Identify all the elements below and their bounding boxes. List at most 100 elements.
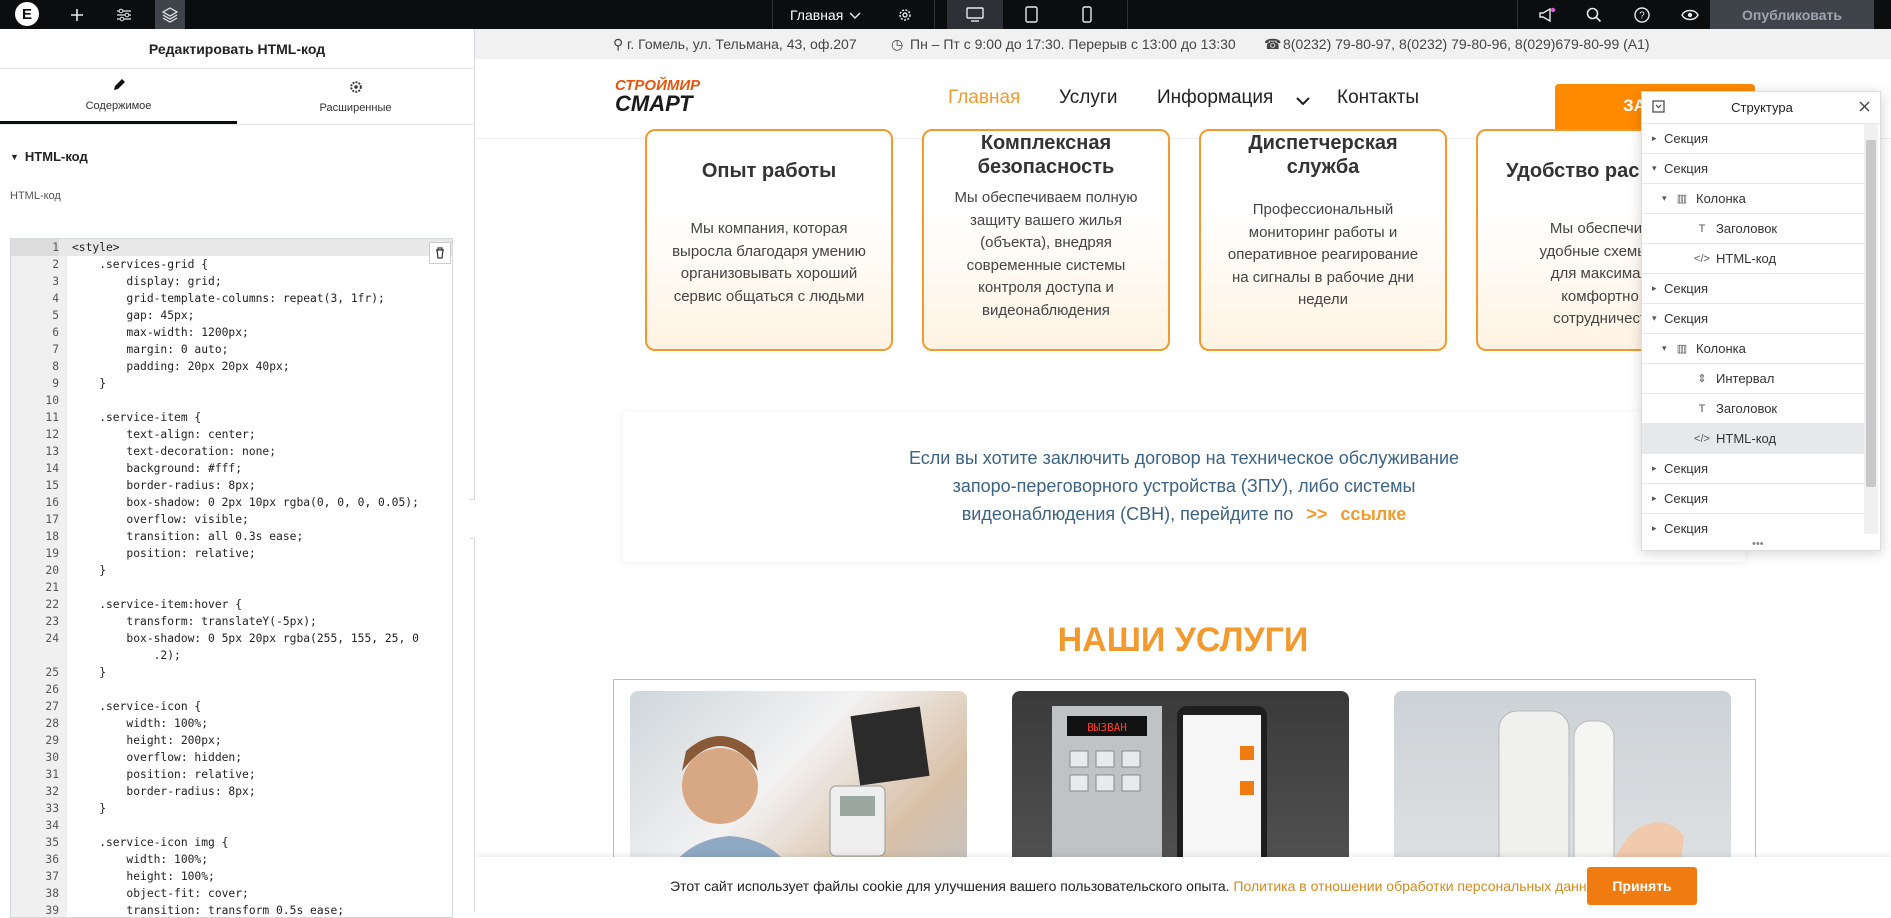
code-line: 15 border-radius: 8px;: [11, 477, 452, 494]
scrollbar-thumb[interactable]: [1866, 140, 1876, 487]
elementor-logo[interactable]: E: [15, 2, 39, 26]
search-icon[interactable]: [1582, 0, 1606, 29]
layers-icon[interactable]: [155, 0, 185, 29]
svg-text:?: ?: [1639, 10, 1645, 21]
publish-button[interactable]: Опубликовать: [1710, 0, 1874, 29]
card-title: Диспетчерская служба: [1248, 132, 1398, 178]
feature-card: Опыт работы Мы компания, которая выросла…: [645, 129, 893, 351]
desktop-icon[interactable]: [947, 0, 1003, 29]
caret-icon[interactable]: ▸: [1652, 133, 1664, 144]
nav-info[interactable]: Информация: [1157, 87, 1273, 109]
code-text: display: grid;: [72, 275, 222, 288]
line-number: 36: [45, 853, 59, 866]
nav-home[interactable]: Главная: [948, 87, 1020, 109]
promo-block: Если вы хотите заключить договор на техн…: [623, 412, 1745, 562]
tab-advanced[interactable]: Расширенные: [237, 69, 474, 124]
navigator-item-label: Колонка: [1696, 191, 1746, 206]
panel-tabs: Содержимое Расширенные: [0, 69, 474, 125]
navigator-item[interactable]: ▾ Секция: [1642, 154, 1864, 184]
code-text: border-radius: 8px;: [72, 785, 256, 798]
code-line: 22 .service-item:hover {: [11, 596, 452, 613]
code-line: 25 }: [11, 664, 452, 681]
code-text: height: 100%;: [72, 870, 215, 883]
caret-icon[interactable]: ▾: [1662, 343, 1674, 354]
cookie-text: Этот сайт использует файлы cookie для ул…: [670, 878, 1230, 894]
tab-content[interactable]: Содержимое: [0, 69, 237, 124]
caret-icon[interactable]: ▾: [1652, 313, 1664, 324]
navigator-item[interactable]: ▾ Секция: [1642, 304, 1864, 334]
accept-button[interactable]: Принять: [1587, 867, 1697, 905]
svg-text:ВЫЗВАН: ВЫЗВАН: [1087, 721, 1127, 734]
mobile-icon[interactable]: [1059, 0, 1115, 29]
trash-icon[interactable]: [429, 242, 451, 264]
plus-icon[interactable]: [65, 0, 89, 29]
tablet-icon[interactable]: [1003, 0, 1059, 29]
gear-icon[interactable]: [893, 0, 917, 29]
navigator-item[interactable]: ▾ ▥ Колонка: [1642, 334, 1864, 364]
code-text: position: relative;: [72, 768, 256, 781]
caret-icon[interactable]: ▸: [1652, 493, 1664, 504]
card-text: Мы обеспечиваем полную защиту вашего жил…: [954, 189, 1138, 319]
megaphone-icon[interactable]: [1535, 0, 1559, 29]
widget-icon: T: [1698, 402, 1706, 415]
section-toggle[interactable]: ▼ HTML-код: [10, 149, 464, 164]
navigator-item-label: Секция: [1664, 521, 1709, 536]
code-line: .2);: [11, 647, 452, 664]
site-logo[interactable]: СТРОЙМИР СМАРТ: [615, 77, 700, 115]
caret-icon[interactable]: ▸: [1652, 523, 1664, 534]
caret-icon[interactable]: ▾: [1652, 163, 1664, 174]
navigator-item-label: Секция: [1664, 161, 1709, 176]
navigator-item[interactable]: T Заголовок: [1642, 214, 1864, 244]
navigator-item[interactable]: ▸ Секция: [1642, 484, 1864, 514]
code-line: 37 height: 100%;: [11, 868, 452, 885]
code-text: object-fit: cover;: [72, 887, 249, 900]
promo-link[interactable]: ссылке: [1340, 504, 1406, 524]
navigator-item[interactable]: T Заголовок: [1642, 394, 1864, 424]
promo-arrows: >>: [1306, 504, 1328, 524]
cookie-policy-link[interactable]: Политика в отношении обработки персональ…: [1233, 878, 1603, 894]
help-icon[interactable]: ?: [1630, 0, 1654, 29]
navigator-scrollbar[interactable]: [1864, 124, 1878, 534]
code-line: 32 border-radius: 8px;: [11, 783, 452, 800]
page-name: Главная: [790, 6, 844, 23]
navigator-item[interactable]: ▾ ▥ Колонка: [1642, 184, 1864, 214]
navigator-item[interactable]: </> HTML-код: [1642, 424, 1864, 454]
caret-icon[interactable]: ▾: [1662, 193, 1674, 204]
navigator-item[interactable]: </> HTML-код: [1642, 244, 1864, 274]
chevron-down-icon: [1296, 91, 1310, 113]
line-number: 20: [45, 564, 59, 577]
navigator-item[interactable]: ▸ Секция: [1642, 274, 1864, 304]
sliders-icon[interactable]: [112, 0, 136, 29]
pencil-icon: [112, 78, 126, 96]
chevron-down-icon: [849, 7, 861, 23]
code-editor[interactable]: 1 <style> 2 .services-grid {3 display: gri…: [10, 238, 453, 918]
code-line: 30 overflow: hidden;: [11, 749, 452, 766]
line-number: 28: [45, 717, 59, 730]
caret-icon[interactable]: ▸: [1652, 283, 1664, 294]
nav-services[interactable]: Услуги: [1059, 87, 1117, 109]
close-icon[interactable]: [1859, 100, 1870, 115]
navigator-item[interactable]: ⇕ Интервал: [1642, 364, 1864, 394]
promo-line: Если вы хотите заключить договор на техн…: [908, 448, 1460, 468]
code-text: .service-icon img {: [72, 836, 229, 849]
code-text: transition: transform 0.5s ease;: [72, 904, 345, 917]
code-text: max-width: 1200px;: [72, 326, 249, 339]
code-line: 38 object-fit: cover;: [11, 885, 452, 902]
code-text: .service-icon {: [72, 700, 202, 713]
page-selector[interactable]: Главная: [790, 0, 861, 29]
line-number: 15: [45, 479, 59, 492]
navigator-item[interactable]: ▸ Секция: [1642, 124, 1864, 154]
caret-icon[interactable]: ▸: [1652, 463, 1664, 474]
code-text: box-shadow: 0 5px 20px rgba(255, 155, 25…: [72, 632, 419, 645]
navigator-item[interactable]: ▸ Секция: [1642, 514, 1864, 536]
nav-contacts[interactable]: Контакты: [1337, 87, 1419, 109]
code-line: 13 text-decoration: none;: [11, 443, 452, 460]
line-number: 27: [45, 700, 59, 713]
navigator-tree: ▸ Секция ▾ Секция ▾ ▥ Колонка T Заголовок </> HTML…: [1642, 124, 1864, 536]
line-number: 35: [45, 836, 59, 849]
navigator-item[interactable]: ▸ Секция: [1642, 454, 1864, 484]
eye-icon[interactable]: [1678, 0, 1702, 29]
navigator-item-label: HTML-код: [1716, 251, 1777, 266]
resize-handle[interactable]: •••: [1752, 538, 1764, 550]
line-number: 17: [45, 513, 59, 526]
